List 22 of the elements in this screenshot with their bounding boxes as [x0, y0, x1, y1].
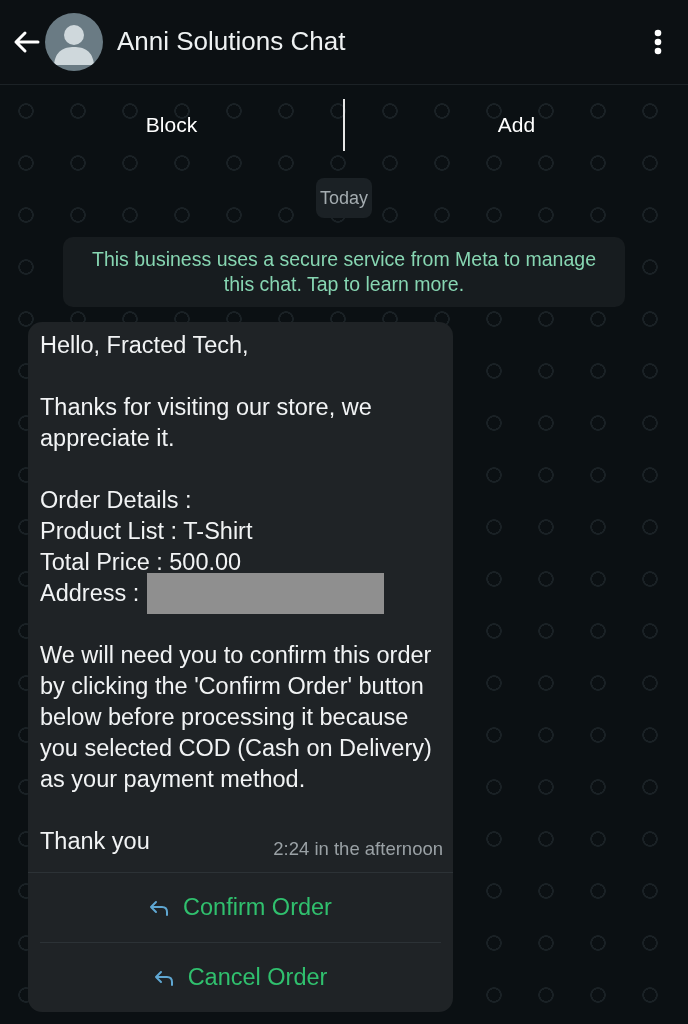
back-arrow-icon	[12, 30, 40, 54]
message-time: 2:24 in the afternoon	[273, 838, 443, 860]
reply-button[interactable]: Confirm Order	[40, 873, 441, 942]
order-details-heading: Order Details :	[40, 486, 193, 515]
action-button[interactable]: Add	[345, 99, 688, 151]
reply-arrow-icon	[153, 969, 174, 986]
order-detail-line: Product List : T-Shirt	[40, 517, 254, 546]
address-label: Address :	[40, 579, 140, 608]
message-text: We will need you to confirm this order by clicking the 'Confirm Order' button below before processing it because you selected COD (Cash on Delivery) as your payment method.	[40, 641, 433, 794]
info-banner[interactable]: This business uses a secure service from Meta to manage this chat. Tap to learn more.	[63, 237, 625, 307]
date-chip: Today	[315, 178, 372, 218]
message-text: Hello, Fracted Tech,	[40, 331, 250, 360]
message-text: Thank you	[40, 827, 150, 856]
reply-arrow-icon	[149, 899, 170, 916]
action-button[interactable]: Block	[0, 99, 343, 151]
menu-button[interactable]	[652, 28, 664, 56]
menu-icon	[654, 29, 662, 55]
order-detail-line: Total Price : 500.00	[40, 548, 243, 577]
message-text: Thanks for visiting our store, we appreciate it.	[40, 393, 373, 453]
avatar-icon	[45, 13, 103, 71]
reply-button[interactable]: Cancel Order	[40, 943, 441, 1012]
chat-title: Anni Solutions Chat	[117, 24, 347, 58]
